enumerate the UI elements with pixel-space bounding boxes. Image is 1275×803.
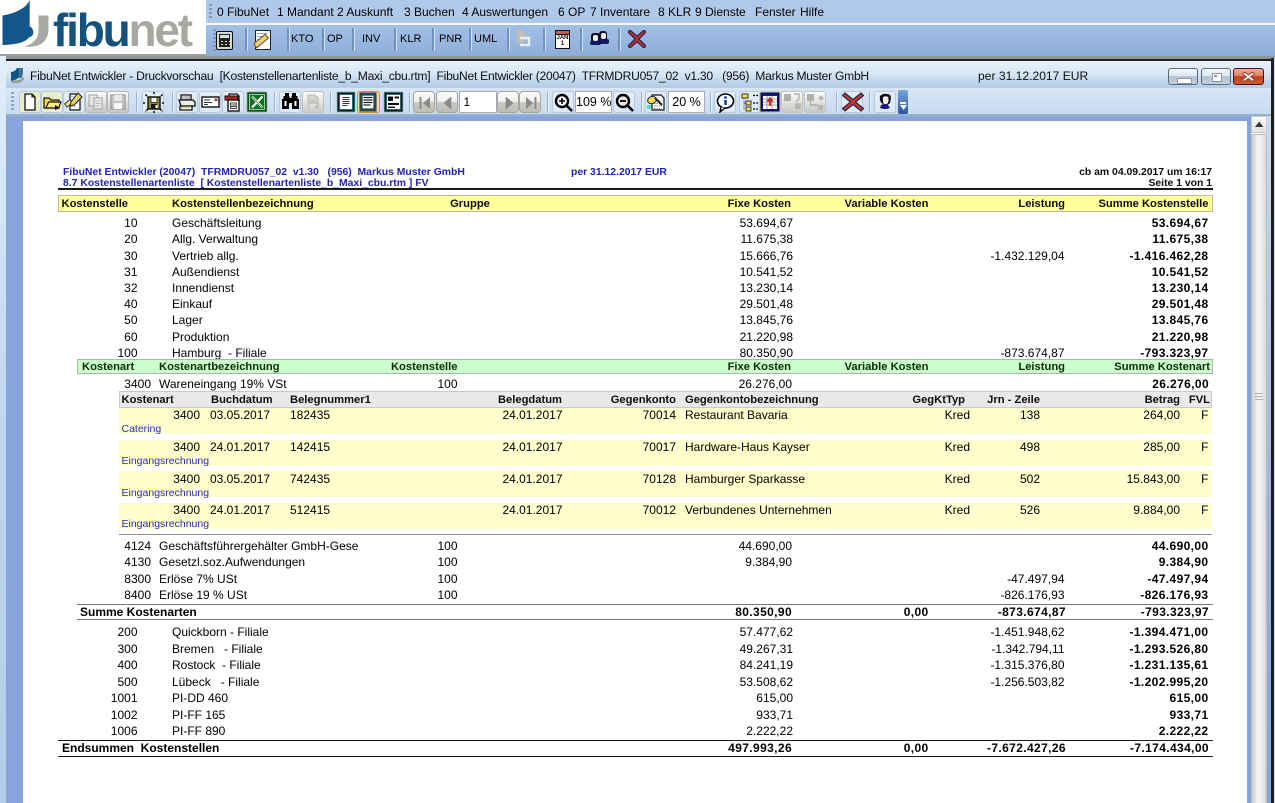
svg-text:fibunet: fibunet (53, 4, 193, 56)
